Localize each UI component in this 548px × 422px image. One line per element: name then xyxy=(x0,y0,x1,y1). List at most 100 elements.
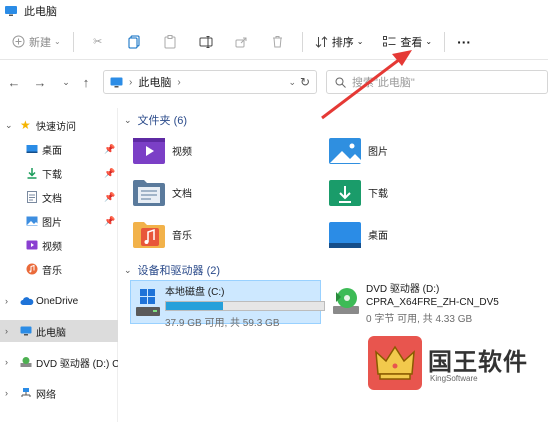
recent-locations-button[interactable]: ⌄ xyxy=(56,72,76,92)
network-icon xyxy=(21,388,31,397)
paste-icon xyxy=(164,34,176,48)
chevron-down-icon[interactable]: ⌄ xyxy=(5,120,13,131)
watermark-title: 国王软件 xyxy=(428,349,528,376)
folder-label: 文档 xyxy=(172,188,192,200)
folder-item-documents[interactable]: 文档 xyxy=(132,174,322,210)
chevron-right-icon[interactable]: › xyxy=(5,326,8,336)
new-label: 新建 xyxy=(29,36,51,49)
breadcrumb-this-pc[interactable]: 此电脑 xyxy=(138,74,171,90)
drives-group-header[interactable]: ⌄ 设备和驱动器 (2) xyxy=(124,262,220,278)
cut-button[interactable]: ✂ xyxy=(80,28,116,56)
copy-button[interactable] xyxy=(116,28,152,56)
command-bar: 新建 ⌄ ✂ 排序 ⌄ 查看 ⌄ ··· xyxy=(0,24,548,60)
folder-item-videos[interactable]: 视频 xyxy=(132,132,322,168)
more-options-button[interactable]: ··· xyxy=(451,28,477,56)
pin-icon[interactable]: 📌 xyxy=(104,192,115,203)
sidebar-item-downloads[interactable]: 下载 📌 xyxy=(0,162,118,184)
drive-name: DVD 驱动器 (D:) xyxy=(366,284,440,295)
desktop-icon xyxy=(26,145,38,153)
divider xyxy=(444,31,446,52)
trash-icon xyxy=(273,36,283,48)
chevron-down-icon[interactable]: ⌄ xyxy=(124,115,132,126)
sort-icon xyxy=(315,35,328,48)
sidebar-label: 快速访问 xyxy=(36,121,76,133)
sort-button[interactable]: 排序 ⌄ xyxy=(309,28,370,56)
chevron-right-icon[interactable]: › xyxy=(5,388,8,398)
search-placeholder: 搜索"此电脑" xyxy=(352,77,415,89)
paste-button[interactable] xyxy=(152,28,188,56)
drive-size-text: 0 字节 可用, 共 4.33 GB xyxy=(366,314,473,325)
watermark-logo: 国王软件 KingSoftware xyxy=(368,336,530,394)
sidebar-item-dvd-drive[interactable]: › DVD 驱动器 (D:) CI xyxy=(0,351,118,373)
chevron-right-icon[interactable]: › xyxy=(5,357,8,367)
drive-volume-label: CPRA_X64FRE_ZH-CN_DV5 xyxy=(366,297,499,308)
navigation-row: ← → ⌄ ↑ › 此电脑 › ⌄ ↻ 搜索"此电脑" xyxy=(0,66,548,98)
sidebar-label: 图片 xyxy=(42,217,62,229)
sidebar-item-pictures[interactable]: 图片 📌 xyxy=(0,210,118,232)
folder-item-desktop[interactable]: 桌面 xyxy=(328,216,518,252)
divider xyxy=(301,31,303,52)
view-list-icon xyxy=(383,36,396,47)
folder-item-downloads[interactable]: 下载 xyxy=(328,174,518,210)
document-folder-icon xyxy=(133,180,165,206)
chevron-down-icon[interactable]: ⌄ xyxy=(124,265,132,276)
sidebar-item-music[interactable]: 音乐 xyxy=(0,258,118,280)
pin-icon[interactable]: 📌 xyxy=(104,144,115,155)
sidebar-label: 网络 xyxy=(36,389,56,401)
delete-button[interactable] xyxy=(260,28,296,56)
pin-icon[interactable]: 📌 xyxy=(104,216,115,227)
dvd-drive-icon xyxy=(20,357,32,367)
forward-button[interactable]: → xyxy=(30,72,50,92)
back-button[interactable]: ← xyxy=(4,72,24,92)
drive-info: DVD 驱动器 (D:) CPRA_X64FRE_ZH-CN_DV5 0 字节 … xyxy=(366,280,499,325)
copy-icon xyxy=(128,35,140,48)
sidebar-item-quick-access[interactable]: ⌄ ★ 快速访问 xyxy=(0,114,118,136)
this-pc-icon xyxy=(110,77,123,87)
search-input[interactable]: 搜索"此电脑" xyxy=(326,70,548,94)
address-bar[interactable]: › 此电脑 › ⌄ xyxy=(103,70,317,94)
pin-icon[interactable]: 📌 xyxy=(104,168,115,179)
folder-label: 视频 xyxy=(172,146,192,158)
sidebar-label: 下载 xyxy=(42,169,62,181)
folders-group-header[interactable]: ⌄ 文件夹 (6) xyxy=(124,112,187,128)
watermark-subtitle: KingSoftware xyxy=(430,374,478,383)
drive-usage-bar xyxy=(165,301,325,311)
group-title: 设备和驱动器 (2) xyxy=(137,265,221,277)
drive-name: 本地磁盘 (C:) xyxy=(165,287,225,298)
rename-button[interactable] xyxy=(188,28,224,56)
sidebar-item-desktop[interactable]: 桌面 📌 xyxy=(0,138,118,160)
more-icon: ··· xyxy=(457,33,472,50)
sidebar-item-network[interactable]: › 网络 xyxy=(0,382,118,404)
sidebar-item-documents[interactable]: 文档 📌 xyxy=(0,186,118,208)
sidebar-label: 文档 xyxy=(42,193,62,205)
rename-icon xyxy=(199,35,213,48)
chevron-right-icon: › xyxy=(177,76,181,88)
local-disk-icon xyxy=(136,289,160,316)
drive-info: 本地磁盘 (C:) 37.9 GB 可用, 共 59.3 GB xyxy=(165,283,325,329)
share-icon xyxy=(235,37,247,47)
address-dropdown-icon[interactable]: ⌄ xyxy=(288,77,296,88)
folder-item-music[interactable]: 音乐 xyxy=(132,216,322,252)
sidebar-label: 此电脑 xyxy=(36,327,66,339)
drive-item-c[interactable]: 本地磁盘 (C:) 37.9 GB 可用, 共 59.3 GB xyxy=(130,280,325,329)
arrow-up-icon: ↑ xyxy=(82,74,90,90)
chevron-down-icon: ⌄ xyxy=(62,76,70,87)
desktop-folder-icon xyxy=(329,222,361,248)
title-bar: 此电脑 xyxy=(0,0,548,22)
new-button[interactable]: 新建 ⌄ xyxy=(6,28,67,56)
crown-logo-icon xyxy=(368,336,422,390)
folder-item-pictures[interactable]: 图片 xyxy=(328,132,518,168)
refresh-icon[interactable]: ↻ xyxy=(300,75,314,89)
up-button[interactable]: ↑ xyxy=(76,72,96,92)
sidebar-item-onedrive[interactable]: › OneDrive xyxy=(0,290,118,312)
drive-item-d[interactable]: DVD 驱动器 (D:) CPRA_X64FRE_ZH-CN_DV5 0 字节 … xyxy=(328,280,528,325)
share-button[interactable] xyxy=(224,28,260,56)
sidebar-item-videos[interactable]: 视频 xyxy=(0,234,118,256)
chevron-right-icon[interactable]: › xyxy=(5,296,8,306)
view-button[interactable]: 查看 ⌄ xyxy=(377,28,438,56)
sidebar-item-this-pc[interactable]: › 此电脑 xyxy=(0,320,118,342)
video-icon xyxy=(26,240,38,250)
sidebar-label: 视频 xyxy=(42,241,62,253)
chevron-down-icon: ⌄ xyxy=(356,37,364,46)
this-pc-icon xyxy=(20,326,32,336)
